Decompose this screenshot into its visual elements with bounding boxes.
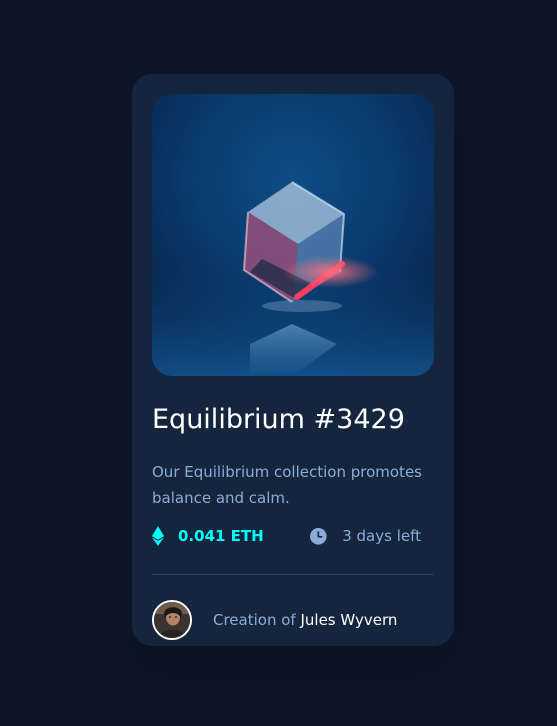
creator: Creation of Jules Wyvern	[152, 600, 397, 640]
creator-avatar	[152, 600, 192, 640]
price-value: 0.041 ETH	[178, 527, 264, 545]
creator-prefix: Creation of	[213, 611, 296, 629]
ethereum-icon	[152, 526, 164, 546]
time-remaining: 3 days left	[310, 526, 421, 546]
nft-card: Equilibrium #3429 Our Equilibrium collec…	[132, 74, 454, 646]
clock-icon	[310, 527, 327, 545]
nft-image[interactable]	[152, 94, 434, 376]
equilibrium-cube-image	[152, 181, 434, 376]
time-left-value: 3 days left	[342, 527, 421, 545]
price: 0.041 ETH	[152, 526, 264, 546]
divider	[152, 574, 434, 575]
creator-name[interactable]: Jules Wyvern	[300, 611, 397, 629]
nft-title[interactable]: Equilibrium #3429	[152, 402, 405, 438]
creator-credit: Creation of Jules Wyvern	[213, 611, 397, 629]
nft-description: Our Equilibrium collection promotes bala…	[152, 463, 422, 507]
